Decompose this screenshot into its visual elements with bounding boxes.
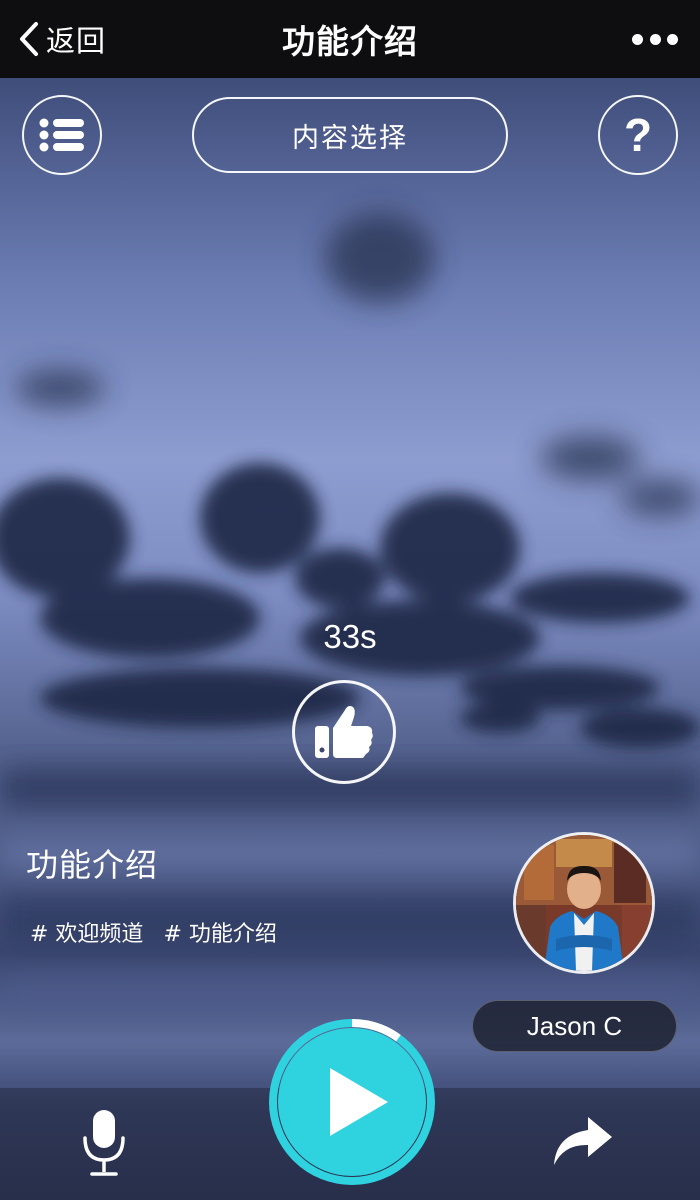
more-dots-icon: [632, 33, 643, 45]
thumbs-up-icon: [315, 706, 373, 758]
top-nav-bar: 返回 功能介绍: [0, 0, 700, 78]
content-select-button[interactable]: 内容选择: [192, 97, 508, 173]
back-button[interactable]: 返回: [18, 19, 106, 59]
app-screen: 返回 功能介绍 内容选择 ? 33s 功能介绍 # 欢迎频道 # 功能介绍 Ja…: [0, 0, 700, 1200]
question-icon: ?: [623, 109, 653, 161]
list-icon: [39, 118, 84, 152]
mic-button[interactable]: [80, 1108, 128, 1178]
menu-button[interactable]: [22, 95, 102, 175]
tag-feature-intro[interactable]: # 功能介绍: [163, 916, 276, 948]
chevron-left-icon: [20, 22, 38, 56]
avatar[interactable]: [513, 832, 655, 974]
back-label: 返回: [46, 24, 107, 58]
timer-label: 33s: [323, 618, 377, 655]
play-control: [269, 1019, 435, 1185]
play-button[interactable]: [268, 1018, 436, 1186]
help-button[interactable]: ?: [598, 95, 678, 175]
tag-welcome-channel[interactable]: # 欢迎频道: [30, 916, 143, 948]
microphone-icon: [83, 1110, 125, 1176]
more-menu-button[interactable]: [632, 24, 678, 54]
post-title: 功能介绍: [26, 846, 159, 884]
tag-list: # 欢迎频道 # 功能介绍: [30, 916, 277, 948]
like-button[interactable]: [292, 680, 396, 784]
author-photo: [516, 835, 652, 971]
share-arrow-icon: [554, 1117, 612, 1165]
author-name-button[interactable]: Jason C: [472, 1000, 677, 1052]
share-button[interactable]: [550, 1113, 614, 1169]
